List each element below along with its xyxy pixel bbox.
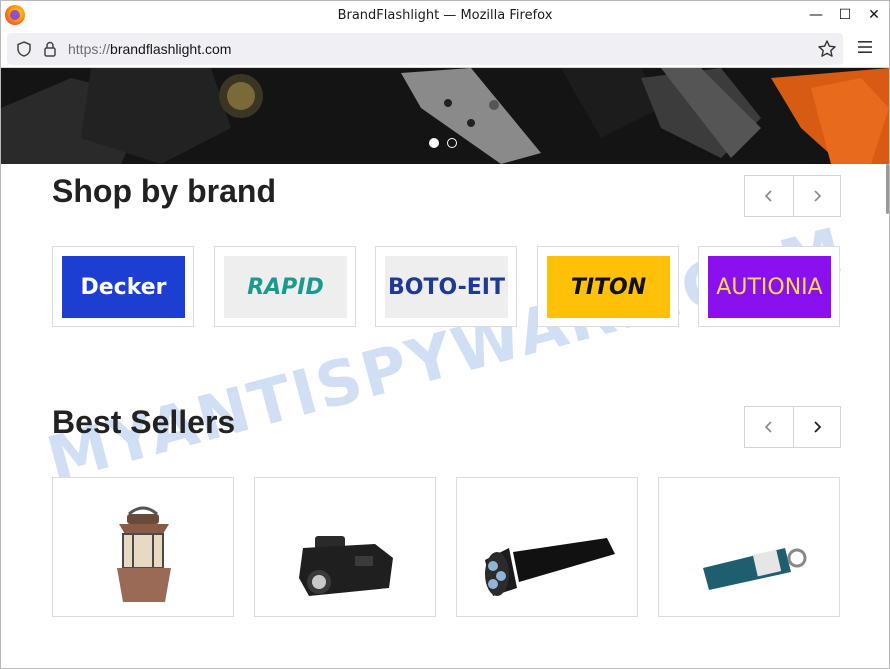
carousel-dot-2[interactable]	[447, 138, 457, 148]
brand-list: Decker RAPID BOTO-EIT TITON AUTIONIA	[52, 246, 841, 328]
chevron-left-icon	[764, 421, 772, 433]
url-protocol: https://	[68, 41, 111, 57]
brand-logo-autionia: AUTIONIA	[708, 256, 831, 318]
brand-card-autionia[interactable]: AUTIONIA	[698, 246, 840, 327]
bookmark-star-icon[interactable]	[817, 39, 837, 59]
product-card-lantern[interactable]	[52, 477, 234, 617]
keychain-flashlight-image	[703, 548, 807, 590]
url-domain: brandflashlight.com	[110, 41, 232, 57]
product-list	[52, 477, 841, 617]
nav-bar: https://brandflashlight.com	[1, 31, 889, 67]
window-title: BrandFlashlight — Mozilla Firefox	[337, 8, 553, 23]
brands-next-button[interactable]	[792, 176, 841, 216]
hero-image	[1, 68, 889, 164]
address-bar[interactable]: https://brandflashlight.com	[7, 33, 843, 65]
brand-logo-decker: Decker	[62, 256, 185, 318]
browser-window: BrandFlashlight — Mozilla Firefox — ☐ ✕ …	[0, 0, 890, 669]
brands-section-title: Shop by brand	[52, 173, 276, 209]
weapon-light-image	[299, 536, 393, 596]
chevron-right-icon	[814, 190, 821, 202]
brand-card-rapid[interactable]: RAPID	[214, 246, 356, 327]
hero-banner[interactable]	[1, 68, 889, 164]
hamburger-menu-icon[interactable]	[857, 40, 873, 54]
brand-card-boto-eit[interactable]: BOTO-EIT	[375, 246, 517, 327]
scrollbar-thumb[interactable]	[886, 164, 889, 214]
product-card-weapon-light[interactable]	[254, 477, 436, 617]
chevron-left-icon	[764, 190, 772, 202]
brand-logo-boto-eit: BOTO-EIT	[385, 256, 508, 318]
brand-logo-rapid: RAPID	[224, 256, 347, 318]
brands-carousel-arrows	[744, 175, 841, 217]
carousel-dot-1[interactable]	[429, 138, 439, 148]
bestsellers-carousel-arrows	[744, 406, 841, 448]
bestsellers-prev-button[interactable]	[745, 407, 793, 447]
brand-card-titon[interactable]: TITON	[537, 246, 679, 327]
maximize-button[interactable]: ☐	[834, 5, 856, 25]
product-card-keychain-flashlight[interactable]	[658, 477, 840, 617]
title-bar: BrandFlashlight — Mozilla Firefox — ☐ ✕	[1, 1, 889, 31]
shield-icon[interactable]	[15, 40, 33, 58]
brand-logo-titon: TITON	[547, 256, 670, 318]
lantern-image	[117, 506, 171, 602]
brand-card-decker[interactable]: Decker	[52, 246, 194, 327]
bestsellers-next-button[interactable]	[792, 407, 841, 447]
lock-icon[interactable]	[41, 40, 59, 58]
carousel-dots	[429, 138, 457, 148]
minimize-button[interactable]: —	[805, 5, 827, 25]
bestsellers-section-title: Best Sellers	[52, 404, 236, 440]
brands-prev-button[interactable]	[745, 176, 793, 216]
url-text[interactable]: https://brandflashlight.com	[68, 41, 231, 57]
close-button[interactable]: ✕	[863, 5, 885, 25]
chevron-right-icon	[814, 421, 822, 433]
product-card-dive-flashlight[interactable]	[456, 477, 638, 617]
dive-flashlight-image	[485, 538, 615, 596]
